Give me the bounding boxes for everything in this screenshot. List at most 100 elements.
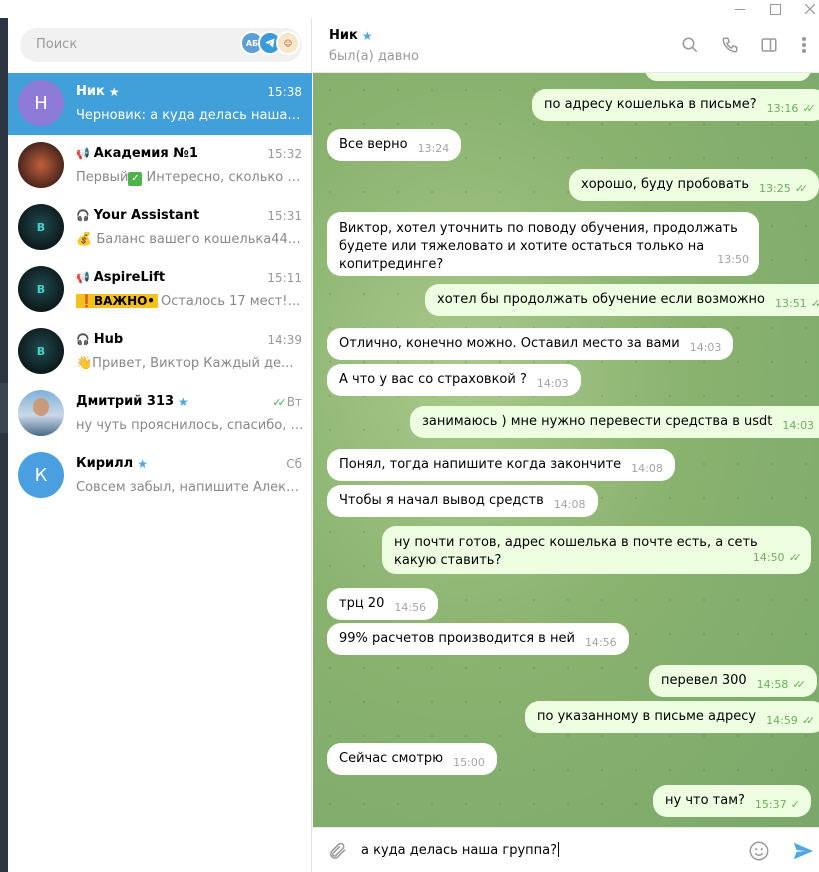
star-icon: ★ xyxy=(361,28,373,43)
message-bubble-partial xyxy=(645,73,811,81)
message-bubble[interactable]: Виктор, хотел уточнить по поводу обучени… xyxy=(327,212,759,276)
message-text: хорошо, буду пробовать xyxy=(581,177,750,192)
message-time: 14:08 xyxy=(631,462,663,475)
send-icon[interactable] xyxy=(791,839,815,863)
chat-item-academy[interactable]: 📢 Академия №1 15:32 Первый ✓ Интересно, ск… xyxy=(8,135,312,197)
message-text: ну почти готов, адрес кошелька в почте е… xyxy=(394,535,758,568)
message-bubble[interactable]: по указанному в письме адресу 14:59 ✓✓ xyxy=(525,701,819,733)
message-time: 13:50 xyxy=(717,253,749,266)
message-bubble[interactable]: хорошо, буду пробовать 13:25 ✓✓ xyxy=(569,169,819,201)
search-box[interactable]: Поиск АБ ☺ xyxy=(20,28,302,62)
message-bubble[interactable]: Сейчас смотрю 15:00 xyxy=(327,743,497,775)
message-bubble[interactable]: Понял, тогда напишите когда закончите 14… xyxy=(327,449,675,481)
chat-preview: Черновик: а куда делась наша гру... xyxy=(76,108,304,123)
minimize-button[interactable] xyxy=(720,0,760,18)
chat-time: 15:38 xyxy=(267,85,302,99)
text-caret xyxy=(558,842,560,857)
message-time: 14:08 xyxy=(553,498,586,511)
chat-name: Академия №1 xyxy=(93,146,198,161)
message-bubble[interactable]: ну что там? 15:37 ✓ xyxy=(653,785,811,817)
message-bubble[interactable]: ну почти готов, адрес кошелька в почте е… xyxy=(382,526,811,574)
chat-header: Ник ★ был(а) давно xyxy=(313,18,819,73)
message-bubble[interactable]: занимаюсь ) мне нужно перевести средства… xyxy=(410,406,819,438)
chat-preview: 👋Привет, Виктор Каждый де... xyxy=(76,356,294,371)
sidebar-toggle-icon[interactable] xyxy=(758,34,780,56)
avatar: B xyxy=(18,328,64,374)
attach-icon[interactable] xyxy=(325,839,349,863)
message-time: 13:51 xyxy=(774,297,807,310)
message-time: 13:25 xyxy=(759,182,791,195)
search-folder-chips[interactable]: АБ ☺ xyxy=(240,31,300,55)
message-bubble[interactable]: перевел 300 14:58 ✓✓ xyxy=(649,665,817,697)
message-time: 15:00 xyxy=(453,756,485,769)
bot-icon: 🎧 xyxy=(76,209,90,222)
message-text: Отлично, конечно можно. Оставил место за… xyxy=(339,336,680,351)
avatar: К xyxy=(18,452,64,498)
close-button[interactable] xyxy=(790,0,819,18)
maximize-button[interactable] xyxy=(755,0,795,18)
message-text: 99% расчетов производится в ней xyxy=(339,631,575,646)
message-time: 14:59 xyxy=(766,714,798,727)
message-text: по указанному в письме адресу xyxy=(537,709,757,724)
left-strip xyxy=(0,18,8,872)
avatar: B xyxy=(18,204,64,250)
avatar xyxy=(18,390,64,436)
chat-item-hub[interactable]: B 🎧 Hub 14:39 👋Привет, Виктор Каждый де..… xyxy=(8,321,312,383)
avatar xyxy=(18,142,64,188)
header-status: был(а) давно xyxy=(329,49,419,64)
message-bubble[interactable]: Отлично, конечно можно. Оставил место за… xyxy=(327,328,734,360)
message-time: 14:03 xyxy=(689,341,722,354)
chat-time: 15:31 xyxy=(267,209,302,223)
message-bubble[interactable]: А что у вас со страховкой ? 14:03 xyxy=(327,364,581,396)
check-mark-icon: ✓ xyxy=(128,172,143,186)
message-time: 14:56 xyxy=(394,601,427,614)
title-bar xyxy=(0,0,819,18)
message-input-text: а куда делась наша группа? xyxy=(361,843,558,858)
message-text: Чтобы я начал вывод средств xyxy=(339,493,544,508)
chat-time: 14:39 xyxy=(267,333,302,347)
phone-icon[interactable] xyxy=(719,34,741,56)
message-time: 14:03 xyxy=(536,377,569,390)
message-time: 13:16 xyxy=(766,102,799,115)
chat-item-your-assistant[interactable]: B 🎧 Your Assistant 15:31 💰 Баланс вашего … xyxy=(8,197,312,259)
chat-item-dmitry[interactable]: Дмитрий 313 ★ ✓✓ Вт ну чуть прояснилось, с… xyxy=(8,383,312,445)
sticker-icon[interactable]: ☺ xyxy=(276,31,300,55)
message-text: Виктор, хотел уточнить по поводу обучени… xyxy=(339,221,738,272)
message-time: 14:50 xyxy=(752,551,785,564)
avatar: B xyxy=(18,266,64,312)
chat-preview: Первый xyxy=(76,170,129,185)
chat-name: AspireLift xyxy=(93,270,166,285)
search-icon[interactable] xyxy=(679,34,701,56)
chat-preview: ну чуть прояснилось, спасибо, над... xyxy=(76,418,304,433)
more-options-icon[interactable] xyxy=(793,34,815,56)
message-text: перевел 300 xyxy=(661,673,747,688)
chat-item-kirill[interactable]: К Кирилл ★ Сб Совсем забыл, напишите Алек… xyxy=(8,445,312,507)
message-area[interactable]: по адресу кошелька в письме? 13:16 ✓✓ Все… xyxy=(313,73,819,827)
double-check-icon: ✓✓ xyxy=(788,551,803,564)
chat-time: Сб xyxy=(286,457,302,471)
message-bubble[interactable]: трц 20 14:56 xyxy=(327,588,439,620)
star-icon: ★ xyxy=(108,84,120,99)
avatar: Н xyxy=(18,80,64,126)
chat-list-sidebar: Поиск АБ ☺ Н Ник ★ 15:38 Черновик: а куда… xyxy=(8,18,312,872)
chat-time: 15:11 xyxy=(267,271,302,285)
chat-time: 15:32 xyxy=(267,147,302,161)
emoji-icon[interactable] xyxy=(747,839,771,863)
chat-item-nik[interactable]: Н Ник ★ 15:38 Черновик: а куда делась наш… xyxy=(8,73,312,135)
message-time: 14:58 xyxy=(756,678,789,691)
message-bubble[interactable]: Все верно 13:24 xyxy=(327,129,462,161)
message-input[interactable]: а куда делась наша группа? xyxy=(361,842,560,858)
double-check-icon: ✓✓ xyxy=(792,678,806,691)
megaphone-icon: 📢 xyxy=(76,147,90,160)
chat-preview: Осталось 17 мест! ... xyxy=(160,294,304,309)
message-text: занимаюсь ) мне нужно перевести средства… xyxy=(422,414,773,429)
message-bubble[interactable]: 99% расчетов производится в ней 14:56 xyxy=(327,623,629,655)
message-text: хотел бы продолжать обучение если возмож… xyxy=(437,292,765,307)
header-title[interactable]: Ник xyxy=(329,28,358,43)
message-text: по адресу кошелька в письме? xyxy=(544,97,757,112)
message-bubble[interactable]: хотел бы продолжать обучение если возмож… xyxy=(425,284,819,316)
chat-item-aspirelift[interactable]: B 📢 AspireLift 15:11 ❗ВАЖНО• Осталось 17 м… xyxy=(8,259,312,321)
message-bubble[interactable]: Чтобы я начал вывод средств 14:08 xyxy=(327,485,598,517)
double-check-icon: ✓✓ xyxy=(794,182,809,195)
message-bubble[interactable]: по адресу кошелька в письме? 13:16 ✓✓ xyxy=(532,89,819,121)
